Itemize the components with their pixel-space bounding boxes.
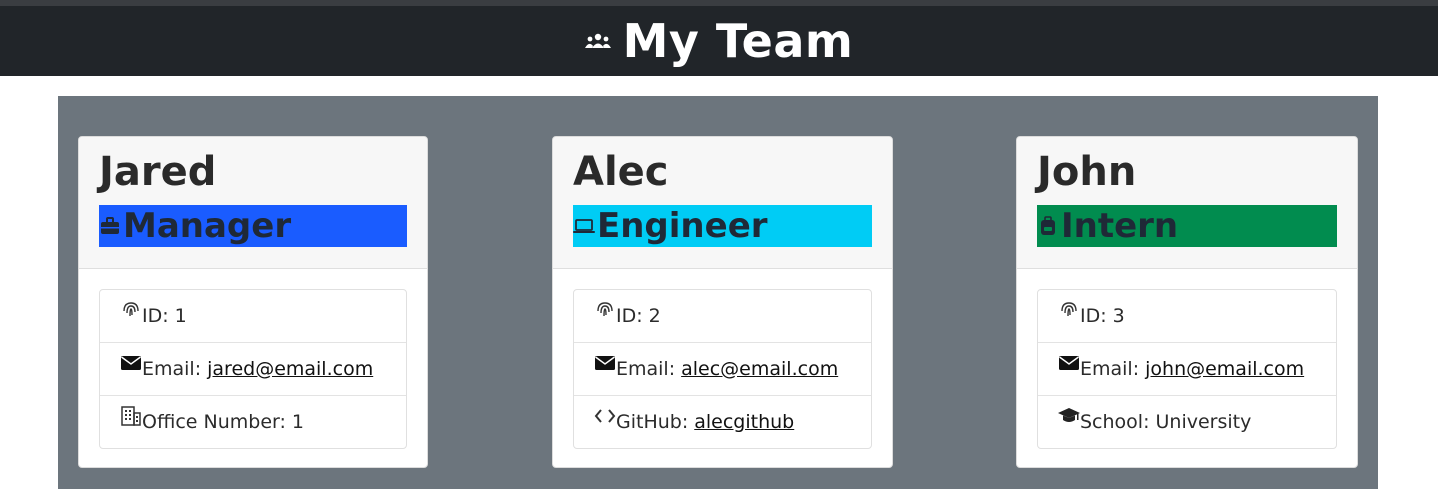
envelope-icon <box>121 356 141 370</box>
id-text: ID: 2 <box>616 305 661 327</box>
briefcase-icon <box>101 217 119 234</box>
page-header: My Team <box>0 6 1438 76</box>
fingerprint-icon <box>1061 302 1077 317</box>
card-header: John Intern <box>1017 137 1357 269</box>
employee-name: John <box>1037 149 1137 195</box>
github-link[interactable]: alecgithub <box>694 411 794 433</box>
email-link[interactable]: alec@email.com <box>681 358 838 380</box>
info-list: ID: 1 Email: jared@email.com Office Numb… <box>99 289 407 449</box>
page-title: My Team <box>584 14 854 68</box>
backpack-icon <box>1041 216 1055 235</box>
card-body: ID: 2 Email: alec@email.com GitHub: alec… <box>553 269 892 467</box>
email-label: Email: <box>616 358 676 380</box>
email-label: Email: <box>142 358 202 380</box>
id-text: ID: 3 <box>1080 305 1125 327</box>
list-item-id: ID: 2 <box>574 290 871 343</box>
fingerprint-icon <box>123 302 139 317</box>
card-body: ID: 3 Email: john@email.com School: Univ… <box>1017 269 1357 467</box>
page-title-text: My Team <box>622 14 854 68</box>
graduation-cap-icon <box>1058 408 1080 422</box>
email-link[interactable]: john@email.com <box>1145 358 1304 380</box>
id-text: ID: 1 <box>142 305 187 327</box>
team-panel: Jared Manager ID: 1 Email: jared@email.c… <box>58 96 1378 489</box>
list-item-github: GitHub: alecgithub <box>574 396 871 448</box>
fingerprint-icon <box>597 302 613 317</box>
employee-name: Alec <box>573 149 669 195</box>
role-badge: Manager <box>99 205 407 247</box>
info-list: ID: 2 Email: alec@email.com GitHub: alec… <box>573 289 872 449</box>
employee-card-john: John Intern ID: 3 Email: john@email.com … <box>1016 136 1358 468</box>
list-item-email: Email: alec@email.com <box>574 343 871 396</box>
role-label: Intern <box>1061 206 1179 246</box>
card-header: Jared Manager <box>79 137 427 269</box>
team-icon <box>584 33 611 48</box>
card-header: Alec Engineer <box>553 137 892 269</box>
employee-card-alec: Alec Engineer ID: 2 Email: alec@email.co… <box>552 136 893 468</box>
list-item-id: ID: 1 <box>100 290 406 343</box>
list-item-email: Email: jared@email.com <box>100 343 406 396</box>
role-label: Engineer <box>597 206 768 246</box>
github-label: GitHub: <box>616 411 689 433</box>
laptop-icon <box>573 219 595 233</box>
list-item-id: ID: 3 <box>1038 290 1336 343</box>
card-body: ID: 1 Email: jared@email.com Office Numb… <box>79 269 427 467</box>
school-text: School: University <box>1080 411 1252 433</box>
list-item-office: Office Number: 1 <box>100 396 406 448</box>
info-list: ID: 3 Email: john@email.com School: Univ… <box>1037 289 1337 449</box>
code-icon <box>594 409 616 423</box>
employee-name: Jared <box>99 149 217 195</box>
building-icon <box>121 406 141 426</box>
office-text: Office Number: 1 <box>142 411 305 433</box>
role-label: Manager <box>123 206 292 246</box>
envelope-icon <box>595 356 615 370</box>
list-item-school: School: University <box>1038 396 1336 448</box>
list-item-email: Email: john@email.com <box>1038 343 1336 396</box>
role-badge: Engineer <box>573 205 872 247</box>
role-badge: Intern <box>1037 205 1337 247</box>
envelope-icon <box>1059 356 1079 370</box>
email-link[interactable]: jared@email.com <box>207 358 373 380</box>
email-label: Email: <box>1080 358 1140 380</box>
employee-card-jared: Jared Manager ID: 1 Email: jared@email.c… <box>78 136 428 468</box>
